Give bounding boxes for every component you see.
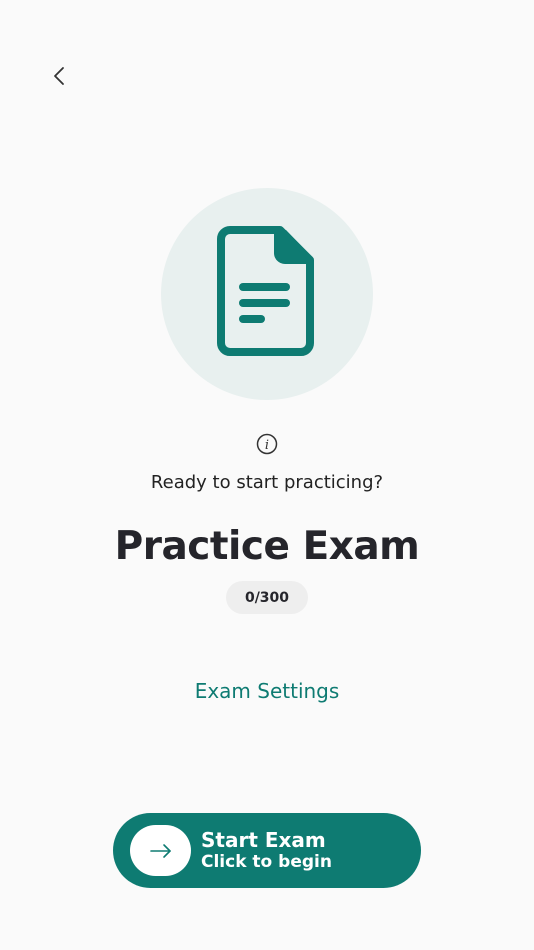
start-exam-button[interactable]: Start Exam Click to begin	[113, 813, 421, 888]
svg-text:i: i	[265, 438, 269, 453]
hero-illustration	[161, 188, 373, 400]
exam-settings-link[interactable]: Exam Settings	[0, 676, 534, 706]
back-button[interactable]	[44, 60, 74, 92]
document-icon	[217, 226, 314, 356]
exam-title: Practice Exam	[114, 524, 420, 569]
start-arrow-circle	[130, 825, 191, 876]
chevron-left-icon	[54, 67, 64, 85]
arrow-right-icon	[149, 843, 171, 858]
info-icon[interactable]: i	[256, 433, 278, 455]
progress-badge: 0/300	[226, 581, 308, 614]
ready-subtitle: Ready to start practicing?	[150, 472, 384, 493]
start-exam-sublabel: Click to begin	[201, 852, 332, 872]
start-exam-label: Start Exam	[201, 828, 326, 852]
